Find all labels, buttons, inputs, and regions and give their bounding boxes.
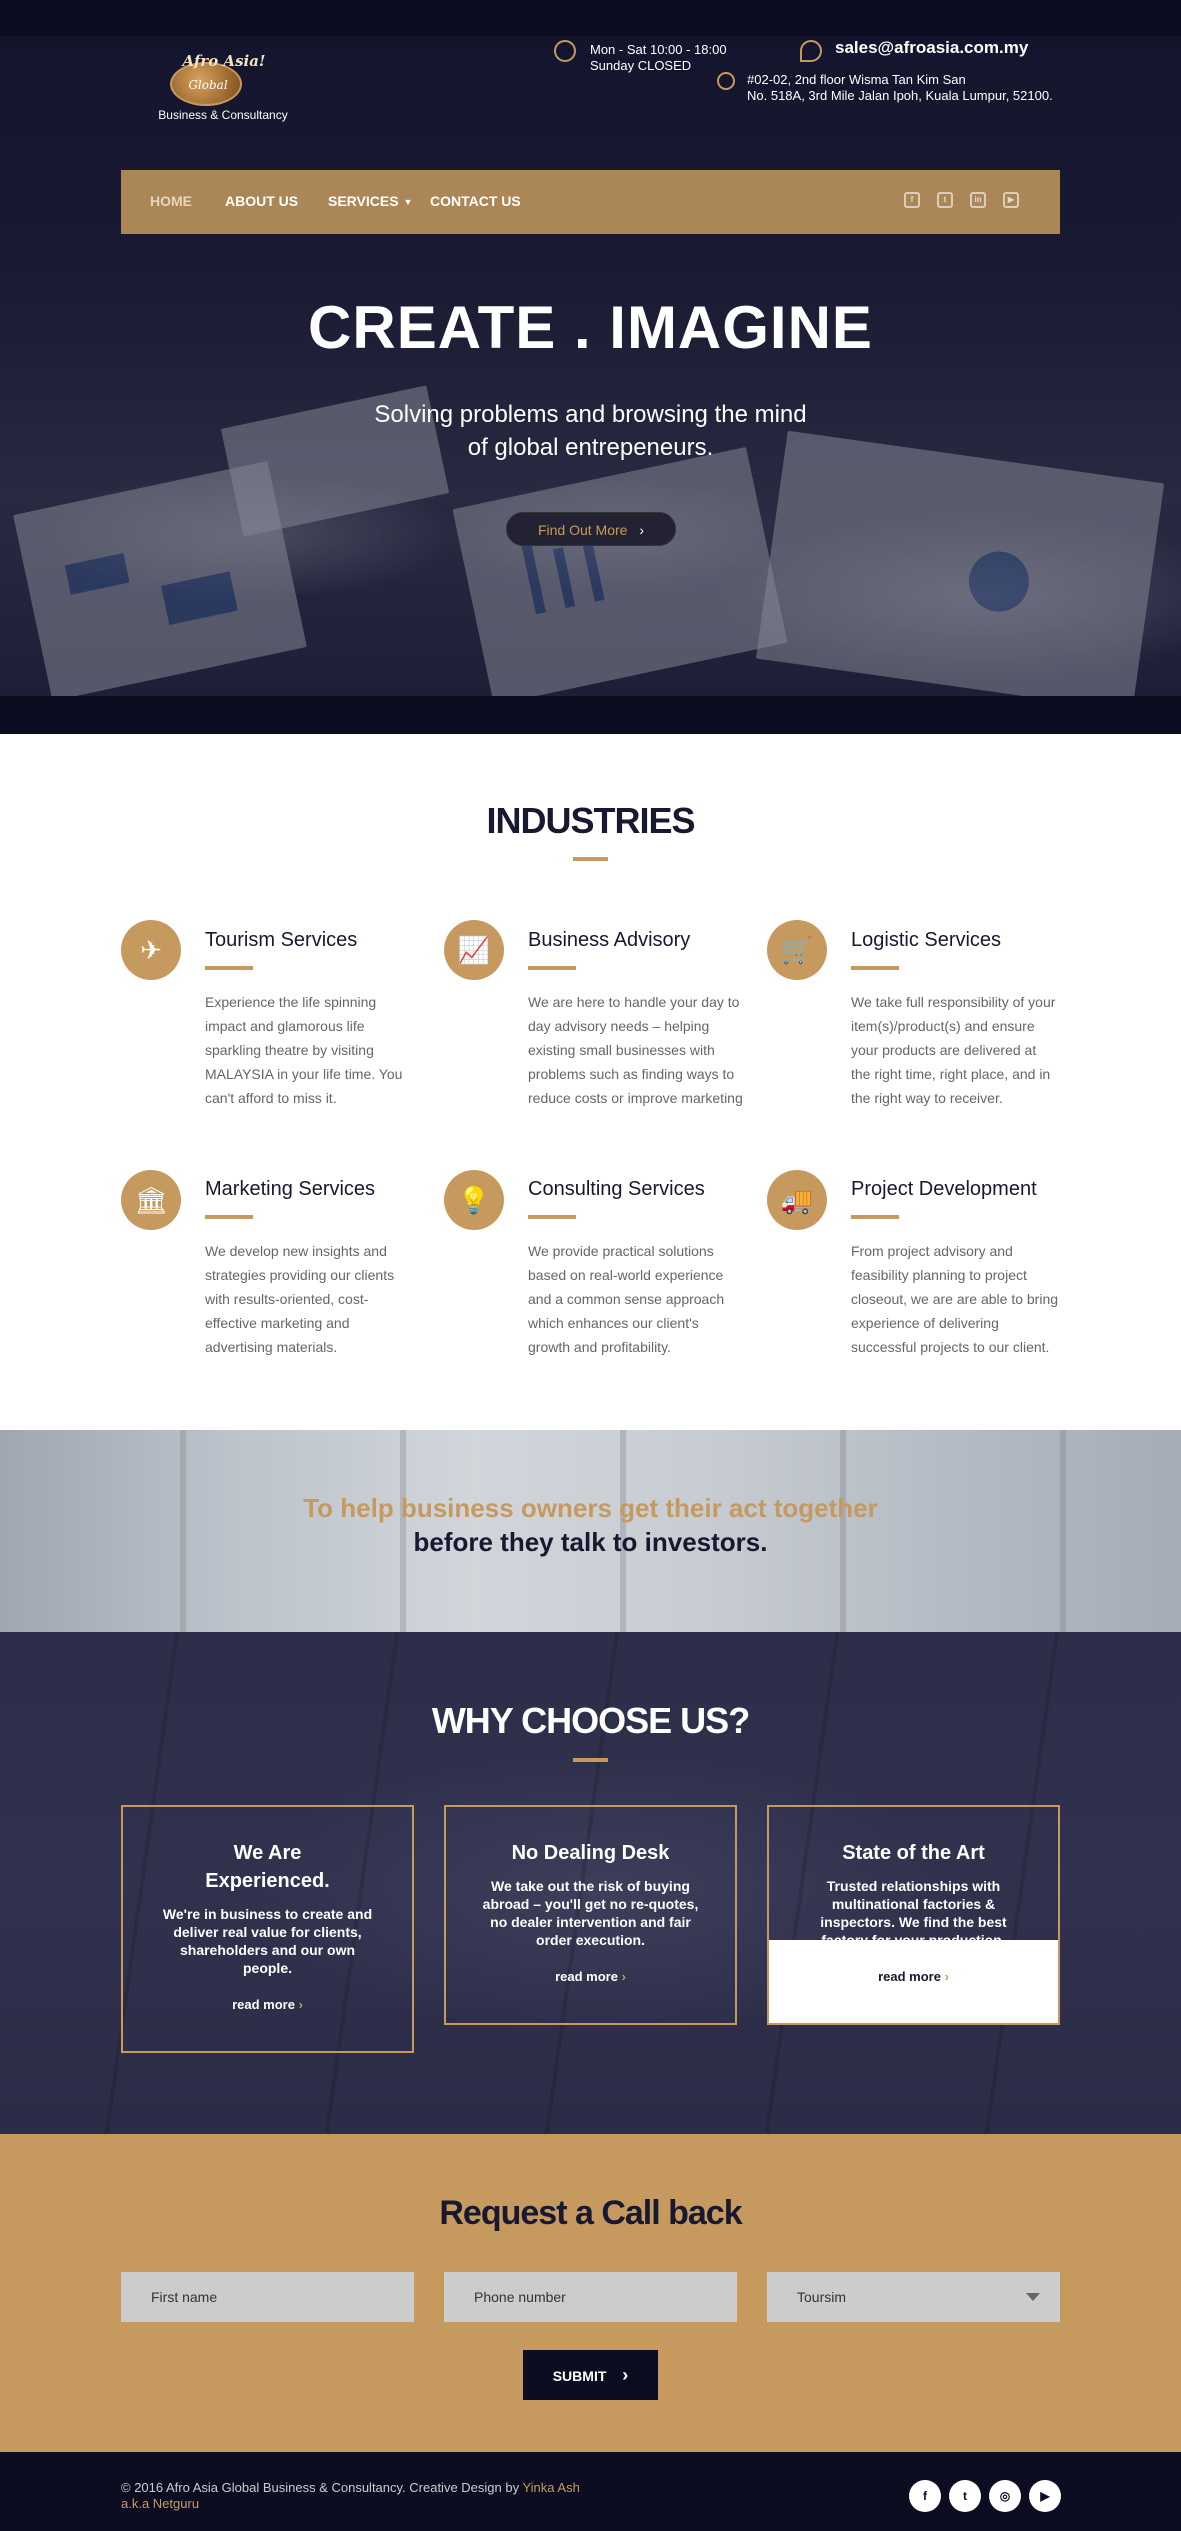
industry-title: Business Advisory <box>528 929 691 951</box>
card-title: We Are Experienced. <box>205 1842 330 1892</box>
industry-text: We develop new insights and strategies p… <box>205 1243 395 1355</box>
read-more-link[interactable]: read more › <box>123 1997 412 2012</box>
facebook-icon[interactable]: f <box>904 192 920 208</box>
twitter-icon[interactable]: t <box>949 2480 981 2512</box>
industry-text: We are here to handle your day to day ad… <box>528 994 743 1106</box>
instagram-icon[interactable]: ◎ <box>989 2480 1021 2512</box>
heading-underline <box>573 1758 608 1762</box>
chevron-down-icon: ▼ <box>403 197 413 208</box>
first-name-input[interactable] <box>121 2272 414 2322</box>
why-heading: WHY CHOOSE US? <box>431 1700 750 1741</box>
hero-bottom-band <box>0 696 1181 734</box>
card-title: No Dealing Desk <box>511 1842 670 1864</box>
phone-input[interactable] <box>444 2272 737 2322</box>
chevron-right-icon: › <box>639 522 645 538</box>
industry-text: We take full responsibility of your item… <box>851 994 1056 1106</box>
truck-icon: 🚚 <box>767 1170 827 1230</box>
hero-section <box>0 36 1181 696</box>
nav-services[interactable]: SERVICES ▼ <box>328 193 412 209</box>
address: #02-02, 2nd floor Wisma Tan Kim San No. … <box>747 72 1053 103</box>
find-out-more-button[interactable]: Find Out More › <box>506 512 676 546</box>
bank-icon: 🏛 <box>121 1170 181 1230</box>
heading-underline <box>573 857 608 861</box>
quote-line-2: before they talk to investors. <box>413 1527 768 1557</box>
card-text: We're in business to create and deliver … <box>162 1906 373 1976</box>
opening-hours: Mon - Sat 10:00 - 18:00 Sunday CLOSED <box>590 42 727 73</box>
hero-subtitle: Solving problems and browsing the mind o… <box>374 401 807 461</box>
industry-title: Tourism Services <box>205 929 358 951</box>
quote-banner: To help business owners get their act to… <box>0 1430 1181 1632</box>
twitter-icon[interactable]: t <box>937 192 953 208</box>
chevron-down-icon <box>1026 2293 1040 2301</box>
youtube-icon[interactable]: ▶ <box>1029 2480 1061 2512</box>
copyright: © 2016 Afro Asia Global Business & Consu… <box>121 2480 580 2511</box>
card-text: Trusted relationships with multinational… <box>820 1878 1007 1948</box>
chevron-right-icon: › <box>622 2365 629 2385</box>
main-nav: HOME ABOUT US SERVICES ▼ CONTACT US f t i… <box>121 170 1060 234</box>
read-more-link[interactable]: read more › <box>769 1969 1058 1984</box>
service-select[interactable]: Toursim <box>767 2272 1060 2322</box>
hero-title: CREATE . IMAGINE <box>308 294 873 361</box>
email-link[interactable]: sales@afroasia.com.my <box>835 38 1028 58</box>
feature-card: We Are Experienced. We're in business to… <box>121 1805 414 2053</box>
quote-line-1: To help business owners get their act to… <box>303 1493 878 1523</box>
chevron-right-icon: › <box>621 1969 626 1984</box>
industry-text: Experience the life spinning impact and … <box>205 994 403 1106</box>
industry-title: Consulting Services <box>528 1178 705 1200</box>
chart-icon: 📈 <box>444 920 504 980</box>
youtube-icon[interactable]: ▶ <box>1003 192 1019 208</box>
plane-icon: ✈ <box>121 920 181 980</box>
nav-home[interactable]: HOME <box>150 193 192 209</box>
industry-title: Logistic Services <box>851 929 1002 951</box>
read-more-link[interactable]: read more › <box>446 1969 735 1984</box>
location-icon <box>717 72 735 90</box>
card-title: State of the Art <box>842 1842 985 1864</box>
facebook-icon[interactable]: f <box>909 2480 941 2512</box>
logo[interactable]: Afro Asia! Global Business & Consultancy <box>148 48 298 124</box>
chevron-right-icon: › <box>298 1997 303 2012</box>
linkedin-icon[interactable]: in <box>970 192 986 208</box>
email-icon <box>800 40 822 62</box>
top-bar <box>0 0 1181 36</box>
industry-text: We provide practical solutions based on … <box>528 1243 725 1355</box>
bulb-icon: 💡 <box>444 1170 504 1230</box>
callback-section: Request a Call back Toursim SUBMIT › <box>0 2134 1181 2452</box>
feature-card: No Dealing Desk We take out the risk of … <box>444 1805 737 2025</box>
nav-contact-us[interactable]: CONTACT US <box>430 193 521 209</box>
industry-title: Project Development <box>851 1178 1037 1200</box>
chevron-right-icon: › <box>944 1969 949 1984</box>
cart-icon: 🛒 <box>767 920 827 980</box>
industry-title: Marketing Services <box>205 1178 376 1200</box>
feature-card: State of the Art Trusted relationships w… <box>767 1805 1060 2025</box>
callback-heading: Request a Call back <box>439 2194 742 2232</box>
card-text: We take out the risk of buying abroad – … <box>482 1878 699 1948</box>
clock-icon <box>554 40 576 62</box>
industry-text: From project advisory and feasibility pl… <box>851 1243 1059 1355</box>
industries-heading: INDUSTRIES <box>486 800 695 841</box>
submit-button[interactable]: SUBMIT › <box>523 2350 658 2400</box>
nav-about-us[interactable]: ABOUT US <box>225 193 298 209</box>
